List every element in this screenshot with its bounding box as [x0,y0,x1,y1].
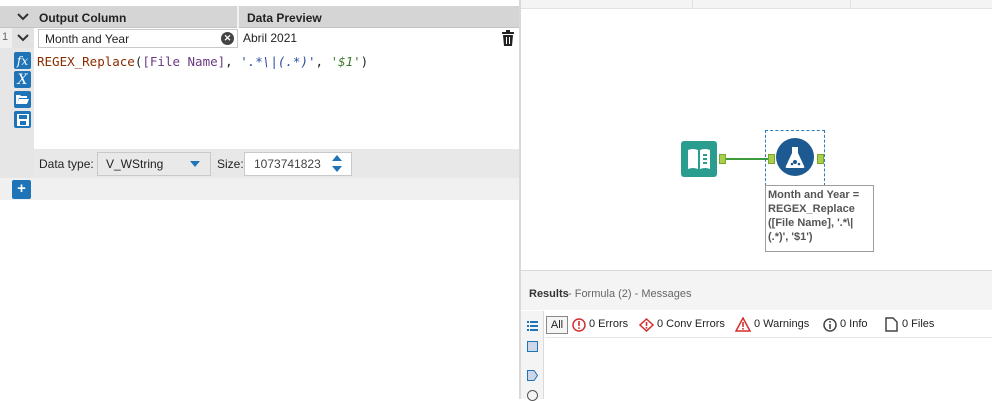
chevron-down-icon [17,12,29,20]
errors-filter[interactable]: 0 Errors [589,318,628,330]
tag-icon[interactable] [527,370,538,381]
ruler-tick [692,0,693,9]
open-folder-icon[interactable] [14,91,31,108]
data-preview-header: Data Preview [239,6,518,28]
annotation-line: Month and Year = [768,189,860,201]
output-anchor[interactable] [817,154,824,164]
tool-annotation[interactable]: Month and Year = REGEX_Replace ([File Na… [765,185,874,252]
formula-pattern: '.*\|(.*)' [240,54,316,69]
formula-tool[interactable] [776,138,814,176]
help-icon[interactable] [527,390,538,401]
files-filter[interactable]: 0 Files [902,318,934,330]
collapse-all-toggle[interactable] [12,6,34,28]
connection-line[interactable] [726,158,768,160]
input-anchor[interactable] [768,154,775,164]
row-collapse-toggle[interactable] [12,28,34,48]
variable-icon[interactable]: X [14,71,31,88]
dropdown-arrow-icon[interactable] [190,161,200,167]
clear-icon[interactable]: ✕ [221,32,234,45]
folder-icon [16,95,29,104]
conv-errors-filter[interactable]: 0 Conv Errors [657,318,725,330]
fx-icon[interactable]: fx [14,52,31,69]
formula-expression[interactable]: REGEX_Replace([File Name], '.*\|(.*)', '… [37,54,368,69]
data-type-label: Data type: [39,157,94,171]
formula-comma: , [315,54,331,69]
workflow-canvas[interactable] [521,0,992,270]
input-data-tool[interactable] [681,141,717,177]
output-column-input[interactable]: Month and Year [38,29,238,48]
chevron-down-icon [17,34,29,42]
data-preview-value: Abril 2021 [243,31,298,45]
canvas-ruler [521,0,992,9]
add-row-bar [0,178,519,200]
output-anchor[interactable] [719,154,726,164]
table-icon[interactable] [527,341,538,352]
formula-function: REGEX_Replace [37,54,135,69]
output-column-header: Output Column [34,6,237,28]
flask-icon [785,147,805,168]
book-icon [688,149,710,169]
filter-all-button[interactable]: All [546,316,568,334]
info-icon[interactable] [823,318,837,332]
results-title: Results [529,288,569,300]
file-icon[interactable] [885,317,898,332]
info-filter[interactable]: 0 Info [840,318,868,330]
list-icon[interactable] [527,320,538,331]
floppy-icon [16,113,29,126]
conv-error-icon[interactable] [639,318,654,332]
size-label: Size: [217,157,244,171]
formula-field: [File Name] [142,54,226,69]
spin-down-icon[interactable] [332,166,342,172]
warning-icon[interactable] [735,317,751,332]
results-subtitle: - Formula (2) - Messages [568,288,692,300]
row-gutter [0,48,12,178]
warnings-filter[interactable]: 0 Warnings [754,318,809,330]
ruler-tick [850,0,851,9]
add-formula-button[interactable]: + [12,180,31,199]
formula-comma: , [225,54,241,69]
annotation-line: REGEX_Replace [768,203,855,215]
annotation-line: (.*)', '$1') [768,231,813,243]
formula-replacement: '$1' [330,54,361,69]
save-icon[interactable] [14,111,31,128]
spin-up-icon[interactable] [332,155,342,161]
annotation-line: ([File Name], '.*\| [768,217,854,229]
trash-icon[interactable] [501,30,515,46]
formula-paren-close: ) [360,54,369,69]
error-icon[interactable] [572,318,586,332]
row-number: 1 [0,28,12,48]
